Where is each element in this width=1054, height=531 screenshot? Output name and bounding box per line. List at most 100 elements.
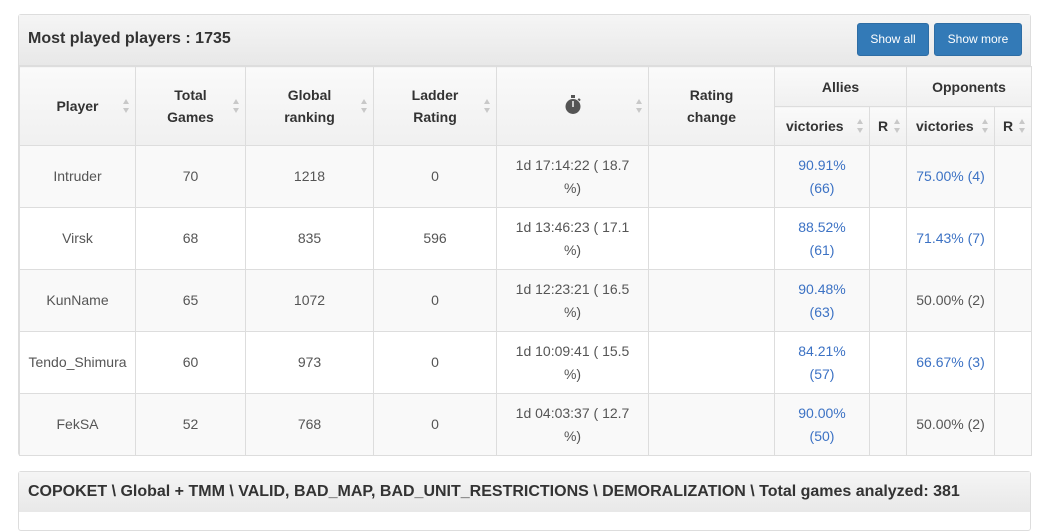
rating-change-cell <box>648 207 775 270</box>
analysis-panel-heading: COPOKET \ Global + TMM \ VALID, BAD_MAP,… <box>19 472 1030 512</box>
player-name-cell[interactable]: Tendo_Shimura <box>19 331 136 394</box>
show-more-button[interactable]: Show more <box>934 23 1022 56</box>
player-name-cell[interactable]: Intruder <box>19 145 136 208</box>
allies-victories-count: (57) <box>809 365 835 382</box>
global-ranking-cell: 835 <box>245 207 374 270</box>
sort-icon <box>894 119 901 133</box>
allies-victories-count: (66) <box>809 179 835 196</box>
col-header-allies-victories[interactable]: victories <box>774 106 870 146</box>
col-header-opponents-victories[interactable]: victories <box>906 106 996 146</box>
rating-change-cell <box>648 331 775 394</box>
opponents-r-cell <box>994 393 1033 456</box>
col-header-opponents-label: Opponents <box>932 78 1006 95</box>
allies-victories-percent: 90.48% <box>798 280 846 297</box>
players-table: Player Total Games Global ranking Ladder… <box>19 66 1033 456</box>
ladder-rating-cell: 596 <box>373 207 497 270</box>
col-header-player[interactable]: Player <box>19 66 136 146</box>
allies-victories-percent: 84.21% <box>798 342 846 359</box>
table-row: Tendo_Shimura 60 973 0 1d 10:09:41 ( 15.5%) 8… <box>19 331 1033 394</box>
allies-r-cell <box>868 207 908 270</box>
col-header-ladder-rating[interactable]: Ladder Rating <box>373 66 497 146</box>
play-time-line1: 1d 04:03:37 ( 12.7 <box>515 404 630 421</box>
col-header-rating-change[interactable]: Rating change <box>648 66 775 146</box>
col-header-opponents-r-label: R <box>1003 118 1014 134</box>
col-header-total-games[interactable]: Total Games <box>135 66 246 146</box>
play-time-line1: 1d 12:23:21 ( 16.5 <box>515 280 630 297</box>
allies-victories-count: (61) <box>809 241 835 258</box>
allies-victories-link[interactable]: 84.21% (57) <box>774 331 870 394</box>
play-time-cell: 1d 04:03:37 ( 12.7%) <box>496 393 649 456</box>
most-played-players-panel: Most played players : 1735 Show all Show… <box>18 14 1033 456</box>
allies-victories-link[interactable]: 90.00% (50) <box>774 393 870 456</box>
rating-change-cell <box>648 145 775 208</box>
ladder-rating-cell: 0 <box>373 393 497 456</box>
play-time-line2: %) <box>563 365 582 382</box>
play-time-line1: 1d 17:14:22 ( 18.7 <box>515 156 630 173</box>
sort-icon <box>857 119 863 133</box>
player-name-cell[interactable]: KunName <box>19 269 136 332</box>
col-header-global-ranking[interactable]: Global ranking <box>245 66 374 146</box>
stopwatch-icon <box>564 94 582 118</box>
col-header-total-games-label: Total Games <box>167 87 214 125</box>
col-header-time[interactable] <box>496 66 649 146</box>
allies-r-cell <box>868 331 908 394</box>
global-ranking-cell: 1218 <box>245 145 374 208</box>
play-time-line1: 1d 10:09:41 ( 15.5 <box>515 342 630 359</box>
total-games-cell: 52 <box>135 393 246 456</box>
col-header-opponents: Opponents <box>906 66 1033 107</box>
col-header-allies-label: Allies <box>821 78 860 95</box>
allies-r-cell <box>868 269 908 332</box>
sort-icon <box>233 99 239 113</box>
opponents-r-cell <box>994 207 1033 270</box>
analysis-panel: COPOKET \ Global + TMM \ VALID, BAD_MAP,… <box>18 471 1031 531</box>
show-all-button[interactable]: Show all <box>857 23 929 56</box>
allies-victories-percent: 90.91% <box>798 156 846 173</box>
allies-victories-link[interactable]: 88.52% (61) <box>774 207 870 270</box>
col-header-allies: Allies <box>773 66 908 107</box>
global-ranking-cell: 973 <box>245 331 374 394</box>
col-header-opponents-victories-label: victories <box>916 118 974 134</box>
ladder-rating-cell: 0 <box>373 145 497 208</box>
play-time-line2: %) <box>563 303 582 320</box>
sort-icon <box>484 99 490 113</box>
table-row: Intruder 70 1218 0 1d 17:14:22 ( 18.7%) 90.91… <box>19 145 1033 208</box>
allies-victories-link[interactable]: 90.91% (66) <box>774 145 870 208</box>
sort-icon <box>982 119 989 133</box>
col-header-global-ranking-label: Global ranking <box>284 87 335 125</box>
opponents-victories-cell[interactable]: 66.67% (3) <box>906 331 996 394</box>
col-header-opponents-r[interactable]: R <box>994 106 1033 146</box>
sort-icon <box>361 99 367 113</box>
player-name-cell[interactable]: FekSA <box>19 393 136 456</box>
play-time-line2: %) <box>563 427 582 444</box>
allies-victories-link[interactable]: 90.48% (63) <box>774 269 870 332</box>
opponents-r-cell <box>994 331 1033 394</box>
opponents-victories-cell[interactable]: 71.43% (7) <box>906 207 996 270</box>
play-time-cell: 1d 17:14:22 ( 18.7%) <box>496 145 649 208</box>
play-time-cell: 1d 10:09:41 ( 15.5%) <box>496 331 649 394</box>
opponents-victories-cell: 50.00% (2) <box>906 393 996 456</box>
sort-icon <box>636 99 642 113</box>
table-row: KunName 65 1072 0 1d 12:23:21 ( 16.5%) 90.48%… <box>19 269 1033 332</box>
total-games-cell: 60 <box>135 331 246 394</box>
allies-victories-percent: 88.52% <box>798 218 846 235</box>
total-games-cell: 70 <box>135 145 246 208</box>
col-header-player-label: Player <box>56 98 99 114</box>
allies-victories-count: (63) <box>809 303 835 320</box>
opponents-victories-cell: 50.00% (2) <box>906 269 996 332</box>
opponents-r-cell <box>994 269 1033 332</box>
allies-r-cell <box>868 145 908 208</box>
global-ranking-cell: 1072 <box>245 269 374 332</box>
analysis-panel-title: COPOKET \ Global + TMM \ VALID, BAD_MAP,… <box>28 483 960 500</box>
opponents-victories-cell[interactable]: 75.00% (4) <box>906 145 996 208</box>
play-time-line2: %) <box>563 179 582 196</box>
opponents-r-cell <box>994 145 1033 208</box>
play-time-line2: %) <box>563 241 582 258</box>
global-ranking-cell: 768 <box>245 393 374 456</box>
player-name-cell[interactable]: Virsk <box>19 207 136 270</box>
allies-victories-percent: 90.00% <box>798 404 846 421</box>
allies-victories-count: (50) <box>809 427 835 444</box>
sort-icon <box>1019 119 1026 133</box>
allies-r-cell <box>868 393 908 456</box>
ladder-rating-cell: 0 <box>373 331 497 394</box>
col-header-allies-r[interactable]: R <box>868 106 908 146</box>
